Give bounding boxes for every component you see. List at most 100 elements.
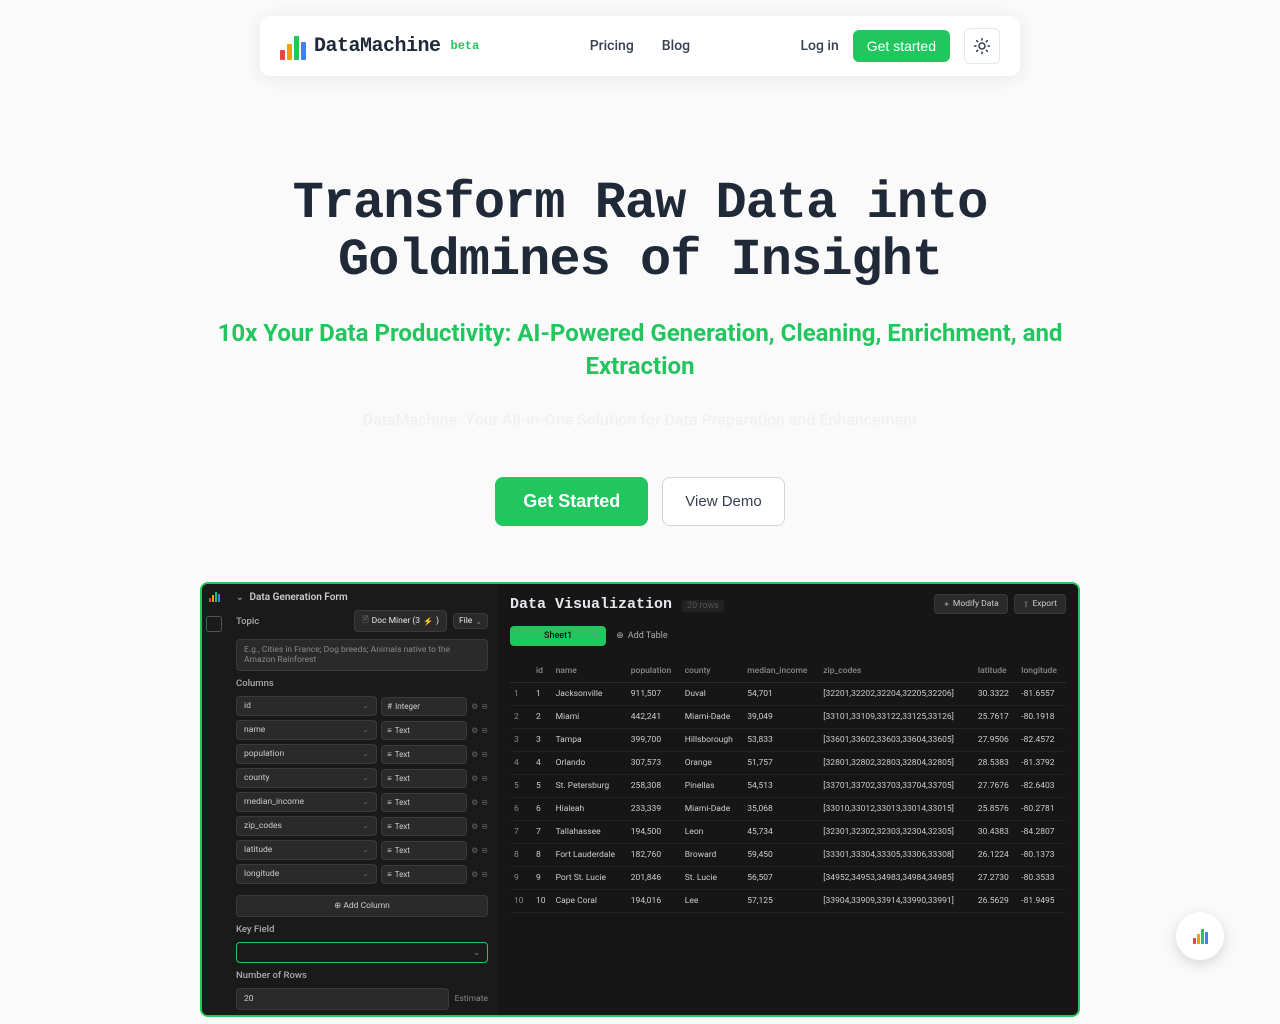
settings-icon[interactable]: ⚙ xyxy=(471,822,478,831)
column-name-input[interactable]: longitude⌄ xyxy=(236,864,377,884)
table-cell: St. Petersburg xyxy=(552,775,627,798)
column-type-select[interactable]: ≡Text xyxy=(381,721,467,740)
sidebar-item-icon[interactable] xyxy=(206,616,222,632)
table-cell: 2 xyxy=(532,706,552,729)
file-pill[interactable]: File ⌄ xyxy=(453,613,488,629)
num-rows-label: Number of Rows xyxy=(236,970,488,981)
delete-icon[interactable]: ⊖ xyxy=(481,798,488,807)
column-type-select[interactable]: ≡Text xyxy=(381,841,467,860)
chat-fab-button[interactable] xyxy=(1176,912,1224,960)
edit-icon[interactable]: ✎ xyxy=(594,632,601,641)
data-visualization-panel: Data Visualization 20 rows ✦ Modify Data… xyxy=(498,584,1078,1015)
delete-icon[interactable]: ⊖ xyxy=(481,774,488,783)
table-cell: Miami-Dade xyxy=(681,706,744,729)
table-cell: 233,339 xyxy=(627,798,681,821)
settings-icon[interactable]: ⚙ xyxy=(471,798,478,807)
modify-data-button[interactable]: ✦ Modify Data xyxy=(934,594,1008,614)
brand-logo[interactable]: DataMachine beta xyxy=(280,32,479,60)
table-cell: 307,573 xyxy=(627,752,681,775)
estimate-link[interactable]: Estimate xyxy=(455,994,488,1004)
doc-miner-pill[interactable]: 🗎 Doc Miner (3⚡) xyxy=(354,610,447,632)
column-type-select[interactable]: ≡Text xyxy=(381,745,467,764)
add-column-button[interactable]: ⊕ Add Column xyxy=(236,895,488,917)
column-name-input[interactable]: median_income⌄ xyxy=(236,792,377,812)
hero-view-demo-button[interactable]: View Demo xyxy=(662,477,784,526)
column-name-input[interactable]: latitude⌄ xyxy=(236,840,377,860)
settings-icon[interactable]: ⚙ xyxy=(471,702,478,711)
delete-icon[interactable]: ⊖ xyxy=(481,822,488,831)
table-row[interactable]: 33Tampa399,700Hillsborough53,833[33601,3… xyxy=(510,729,1066,752)
column-name-input[interactable]: county⌄ xyxy=(236,768,377,788)
topic-row: Topic 🗎 Doc Miner (3⚡) File ⌄ xyxy=(236,610,488,632)
table-header-cell[interactable]: latitude xyxy=(974,660,1017,683)
table-row[interactable]: 55St. Petersburg258,308Pinellas54,513[33… xyxy=(510,775,1066,798)
table-row[interactable]: 66Hialeah233,339Miami-Dade35,068[33010,3… xyxy=(510,798,1066,821)
app-sidebar xyxy=(202,584,226,1015)
table-row[interactable]: 11Jacksonville911,507Duval54,701[32201,3… xyxy=(510,683,1066,706)
settings-icon[interactable]: ⚙ xyxy=(471,846,478,855)
form-title: Data Generation Form xyxy=(250,592,348,603)
table-header-cell[interactable]: longitude xyxy=(1017,660,1066,683)
table-cell: [32201,32202,32204,32205,32206] xyxy=(819,683,974,706)
settings-icon[interactable]: ⚙ xyxy=(471,774,478,783)
column-type-select[interactable]: ≡Text xyxy=(381,865,467,884)
table-cell: Miami xyxy=(552,706,627,729)
column-name-input[interactable]: zip_codes⌄ xyxy=(236,816,377,836)
delete-icon[interactable]: ⊖ xyxy=(481,870,488,879)
key-field-select[interactable]: ⌄ xyxy=(236,942,488,963)
settings-icon[interactable]: ⚙ xyxy=(471,750,478,759)
settings-icon[interactable]: ⚙ xyxy=(471,870,478,879)
column-type-select[interactable]: ≡Text xyxy=(381,817,467,836)
num-rows-input[interactable]: 20 xyxy=(236,988,449,1010)
table-header-cell[interactable]: zip_codes xyxy=(819,660,974,683)
column-type-select[interactable]: #Integer xyxy=(381,697,467,716)
hero-get-started-button[interactable]: Get Started xyxy=(495,477,648,526)
table-row[interactable]: 88Fort Lauderdale182,760Broward59,450[33… xyxy=(510,844,1066,867)
column-name-input[interactable]: name⌄ xyxy=(236,720,377,740)
hero-tagline: DataMachine: Your All-in-One Solution fo… xyxy=(200,410,1080,429)
table-cell: St. Lucie xyxy=(681,867,744,890)
topic-input[interactable]: E.g., Cities in France; Dog breeds; Anim… xyxy=(236,639,488,671)
table-header-cell[interactable]: name xyxy=(552,660,627,683)
column-type-select[interactable]: ≡Text xyxy=(381,793,467,812)
export-button[interactable]: ⇪ Export xyxy=(1014,594,1066,614)
table-cell: [32801,32802,32803,32804,32805] xyxy=(819,752,974,775)
table-cell: [32301,32302,32303,32304,32305] xyxy=(819,821,974,844)
delete-icon[interactable]: ⊖ xyxy=(481,846,488,855)
table-row[interactable]: 22Miami442,241Miami-Dade39,049[33101,331… xyxy=(510,706,1066,729)
table-row[interactable]: 77Tallahassee194,500Leon45,734[32301,323… xyxy=(510,821,1066,844)
column-type-select[interactable]: ≡Text xyxy=(381,769,467,788)
table-cell: [34952,34953,34983,34984,34985] xyxy=(819,867,974,890)
table-cell: 39,049 xyxy=(743,706,819,729)
lightning-icon: ⚡ xyxy=(423,617,433,626)
delete-icon[interactable]: ⊖ xyxy=(481,750,488,759)
add-table-button[interactable]: ⊕ Add Table xyxy=(616,631,667,641)
sidebar-logo-icon[interactable] xyxy=(207,590,221,604)
column-name-input[interactable]: population⌄ xyxy=(236,744,377,764)
table-header-cell[interactable]: median_income xyxy=(743,660,819,683)
table-row[interactable]: 99Port St. Lucie201,846St. Lucie56,507[3… xyxy=(510,867,1066,890)
nav-pricing[interactable]: Pricing xyxy=(590,38,634,54)
sheet-tab-active[interactable]: Sheet1 ✎ xyxy=(510,626,606,646)
nav-blog[interactable]: Blog xyxy=(662,38,690,54)
get-started-button[interactable]: Get started xyxy=(853,30,950,62)
table-header-row: idnamepopulationcountymedian_incomezip_c… xyxy=(510,660,1066,683)
settings-icon[interactable]: ⚙ xyxy=(471,726,478,735)
table-row[interactable]: 1010Cape Coral194,016Lee57,125[33904,339… xyxy=(510,890,1066,913)
table-header-cell[interactable]: id xyxy=(532,660,552,683)
theme-toggle-button[interactable] xyxy=(964,28,1000,64)
login-link[interactable]: Log in xyxy=(800,38,838,54)
nav-links: Pricing Blog xyxy=(590,38,690,54)
table-row[interactable]: 44Orlando307,573Orange51,757[32801,32802… xyxy=(510,752,1066,775)
table-cell: 201,846 xyxy=(627,867,681,890)
form-header[interactable]: ⌄ Data Generation Form xyxy=(236,592,488,603)
table-cell: -81.9495 xyxy=(1017,890,1066,913)
table-header-cell[interactable]: population xyxy=(627,660,681,683)
delete-icon[interactable]: ⊖ xyxy=(481,726,488,735)
columns-label: Columns xyxy=(236,678,488,689)
column-name-input[interactable]: id⌄ xyxy=(236,696,377,716)
table-cell: 25.7617 xyxy=(974,706,1017,729)
table-header-cell[interactable]: county xyxy=(681,660,744,683)
table-cell: 54,701 xyxy=(743,683,819,706)
delete-icon[interactable]: ⊖ xyxy=(481,702,488,711)
